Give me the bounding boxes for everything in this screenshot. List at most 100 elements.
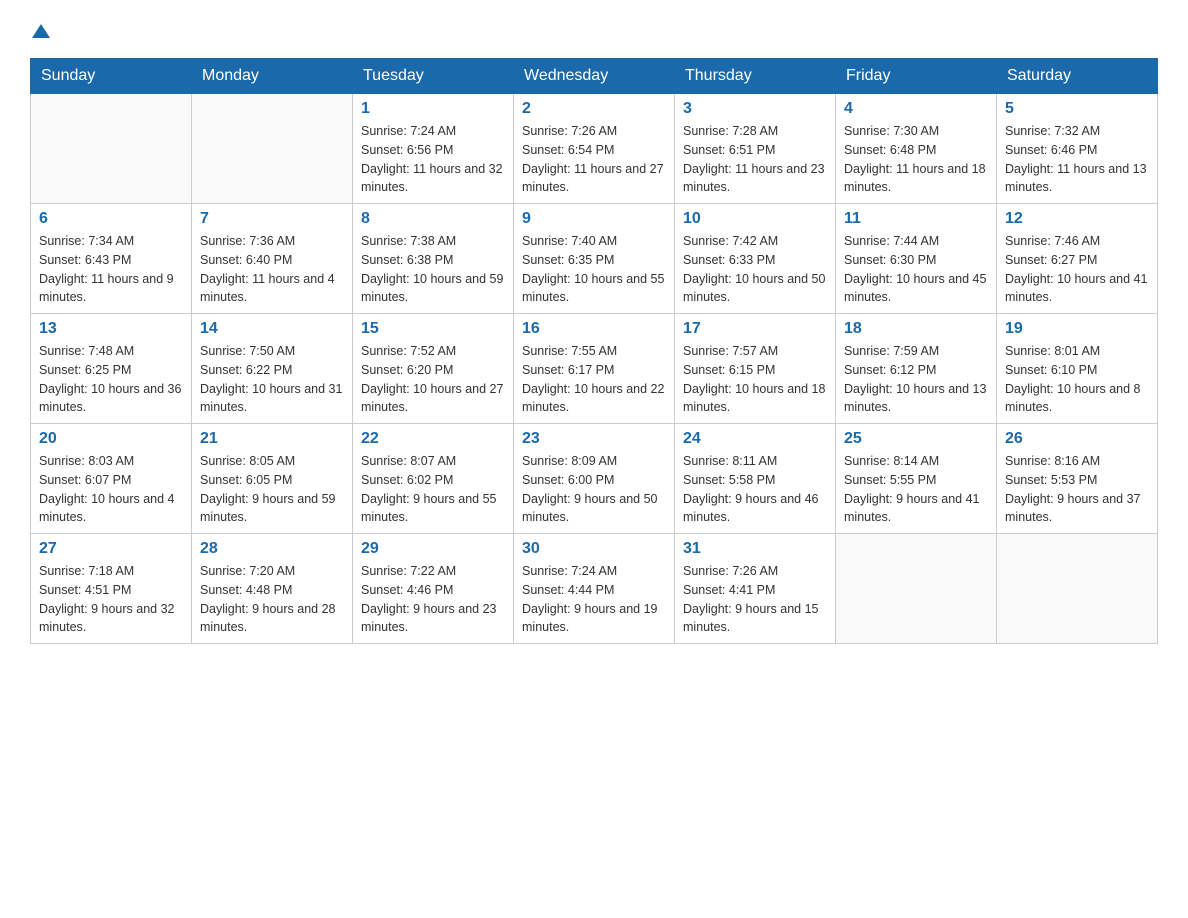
- day-number: 22: [361, 430, 505, 448]
- calendar-week-row: 6 Sunrise: 7:34 AMSunset: 6:43 PMDaylight…: [31, 204, 1158, 314]
- day-of-week-header: Wednesday: [514, 59, 675, 94]
- calendar-cell: [31, 94, 192, 204]
- day-info: Sunrise: 7:28 AMSunset: 6:51 PMDaylight:…: [683, 122, 827, 197]
- day-number: 7: [200, 210, 344, 228]
- calendar-cell: 12 Sunrise: 7:46 AMSunset: 6:27 PMDayligh…: [997, 204, 1158, 314]
- day-info: Sunrise: 7:24 AMSunset: 6:56 PMDaylight:…: [361, 122, 505, 197]
- day-number: 4: [844, 100, 988, 118]
- day-number: 31: [683, 540, 827, 558]
- day-number: 18: [844, 320, 988, 338]
- day-of-week-header: Tuesday: [353, 59, 514, 94]
- calendar-cell: 27 Sunrise: 7:18 AMSunset: 4:51 PMDayligh…: [31, 534, 192, 644]
- calendar-table: SundayMondayTuesdayWednesdayThursdayFrid…: [30, 58, 1158, 644]
- calendar-week-row: 1 Sunrise: 7:24 AMSunset: 6:56 PMDaylight…: [31, 94, 1158, 204]
- calendar-cell: [836, 534, 997, 644]
- day-number: 16: [522, 320, 666, 338]
- day-number: 12: [1005, 210, 1149, 228]
- day-info: Sunrise: 7:30 AMSunset: 6:48 PMDaylight:…: [844, 122, 988, 197]
- calendar-cell: [192, 94, 353, 204]
- calendar-cell: 24 Sunrise: 8:11 AMSunset: 5:58 PMDayligh…: [675, 424, 836, 534]
- day-info: Sunrise: 7:50 AMSunset: 6:22 PMDaylight:…: [200, 342, 344, 417]
- day-info: Sunrise: 7:24 AMSunset: 4:44 PMDaylight:…: [522, 562, 666, 637]
- day-of-week-header: Saturday: [997, 59, 1158, 94]
- calendar-header-row: SundayMondayTuesdayWednesdayThursdayFrid…: [31, 59, 1158, 94]
- day-number: 13: [39, 320, 183, 338]
- calendar-week-row: 13 Sunrise: 7:48 AMSunset: 6:25 PMDayligh…: [31, 314, 1158, 424]
- calendar-cell: 11 Sunrise: 7:44 AMSunset: 6:30 PMDayligh…: [836, 204, 997, 314]
- day-of-week-header: Thursday: [675, 59, 836, 94]
- day-number: 1: [361, 100, 505, 118]
- day-info: Sunrise: 7:18 AMSunset: 4:51 PMDaylight:…: [39, 562, 183, 637]
- day-number: 30: [522, 540, 666, 558]
- calendar-cell: 10Sunrise: 7:42 AMSunset: 6:33 PMDayligh…: [675, 204, 836, 314]
- day-info: Sunrise: 7:59 AMSunset: 6:12 PMDaylight:…: [844, 342, 988, 417]
- calendar-cell: 20Sunrise: 8:03 AMSunset: 6:07 PMDayligh…: [31, 424, 192, 534]
- day-number: 25: [844, 430, 988, 448]
- day-number: 11: [844, 210, 988, 228]
- day-number: 19: [1005, 320, 1149, 338]
- calendar-cell: 8Sunrise: 7:38 AMSunset: 6:38 PMDaylight…: [353, 204, 514, 314]
- day-info: Sunrise: 7:34 AMSunset: 6:43 PMDaylight:…: [39, 232, 183, 307]
- logo-triangle-icon: [30, 20, 52, 42]
- day-of-week-header: Sunday: [31, 59, 192, 94]
- calendar-cell: 3 Sunrise: 7:28 AMSunset: 6:51 PMDaylight…: [675, 94, 836, 204]
- calendar-cell: 7 Sunrise: 7:36 AMSunset: 6:40 PMDaylight…: [192, 204, 353, 314]
- calendar-cell: 29 Sunrise: 7:22 AMSunset: 4:46 PMDayligh…: [353, 534, 514, 644]
- day-number: 21: [200, 430, 344, 448]
- calendar-cell: 14 Sunrise: 7:50 AMSunset: 6:22 PMDayligh…: [192, 314, 353, 424]
- calendar-cell: 9 Sunrise: 7:40 AMSunset: 6:35 PMDaylight…: [514, 204, 675, 314]
- calendar-cell: 23 Sunrise: 8:09 AMSunset: 6:00 PMDayligh…: [514, 424, 675, 534]
- day-info: Sunrise: 7:40 AMSunset: 6:35 PMDaylight:…: [522, 232, 666, 307]
- calendar-cell: [997, 534, 1158, 644]
- day-info: Sunrise: 7:46 AMSunset: 6:27 PMDaylight:…: [1005, 232, 1149, 307]
- calendar-cell: 18 Sunrise: 7:59 AMSunset: 6:12 PMDayligh…: [836, 314, 997, 424]
- calendar-week-row: 20Sunrise: 8:03 AMSunset: 6:07 PMDayligh…: [31, 424, 1158, 534]
- day-number: 27: [39, 540, 183, 558]
- day-number: 29: [361, 540, 505, 558]
- calendar-cell: 26Sunrise: 8:16 AMSunset: 5:53 PMDayligh…: [997, 424, 1158, 534]
- day-info: Sunrise: 8:03 AMSunset: 6:07 PMDaylight:…: [39, 452, 183, 527]
- day-info: Sunrise: 7:44 AMSunset: 6:30 PMDaylight:…: [844, 232, 988, 307]
- calendar-cell: 16 Sunrise: 7:55 AMSunset: 6:17 PMDayligh…: [514, 314, 675, 424]
- day-number: 14: [200, 320, 344, 338]
- calendar-cell: 31 Sunrise: 7:26 AMSunset: 4:41 PMDayligh…: [675, 534, 836, 644]
- day-number: 2: [522, 100, 666, 118]
- day-number: 6: [39, 210, 183, 228]
- calendar-cell: 19Sunrise: 8:01 AMSunset: 6:10 PMDayligh…: [997, 314, 1158, 424]
- logo: [30, 20, 52, 38]
- calendar-cell: 21 Sunrise: 8:05 AMSunset: 6:05 PMDayligh…: [192, 424, 353, 534]
- day-info: Sunrise: 8:07 AMSunset: 6:02 PMDaylight:…: [361, 452, 505, 527]
- day-number: 24: [683, 430, 827, 448]
- day-info: Sunrise: 7:32 AMSunset: 6:46 PMDaylight:…: [1005, 122, 1149, 197]
- day-info: Sunrise: 7:55 AMSunset: 6:17 PMDaylight:…: [522, 342, 666, 417]
- calendar-cell: 4 Sunrise: 7:30 AMSunset: 6:48 PMDaylight…: [836, 94, 997, 204]
- day-number: 23: [522, 430, 666, 448]
- day-number: 9: [522, 210, 666, 228]
- day-info: Sunrise: 7:52 AMSunset: 6:20 PMDaylight:…: [361, 342, 505, 417]
- day-info: Sunrise: 7:22 AMSunset: 4:46 PMDaylight:…: [361, 562, 505, 637]
- calendar-cell: 17Sunrise: 7:57 AMSunset: 6:15 PMDayligh…: [675, 314, 836, 424]
- calendar-cell: 15Sunrise: 7:52 AMSunset: 6:20 PMDayligh…: [353, 314, 514, 424]
- day-of-week-header: Friday: [836, 59, 997, 94]
- day-info: Sunrise: 8:16 AMSunset: 5:53 PMDaylight:…: [1005, 452, 1149, 527]
- page-header: [30, 20, 1158, 38]
- day-info: Sunrise: 8:09 AMSunset: 6:00 PMDaylight:…: [522, 452, 666, 527]
- day-number: 10: [683, 210, 827, 228]
- day-number: 8: [361, 210, 505, 228]
- calendar-cell: 6 Sunrise: 7:34 AMSunset: 6:43 PMDaylight…: [31, 204, 192, 314]
- day-info: Sunrise: 7:36 AMSunset: 6:40 PMDaylight:…: [200, 232, 344, 307]
- day-info: Sunrise: 8:11 AMSunset: 5:58 PMDaylight:…: [683, 452, 827, 527]
- day-of-week-header: Monday: [192, 59, 353, 94]
- calendar-cell: 30 Sunrise: 7:24 AMSunset: 4:44 PMDayligh…: [514, 534, 675, 644]
- day-info: Sunrise: 7:48 AMSunset: 6:25 PMDaylight:…: [39, 342, 183, 417]
- calendar-cell: 28 Sunrise: 7:20 AMSunset: 4:48 PMDayligh…: [192, 534, 353, 644]
- day-number: 3: [683, 100, 827, 118]
- day-number: 28: [200, 540, 344, 558]
- day-info: Sunrise: 7:20 AMSunset: 4:48 PMDaylight:…: [200, 562, 344, 637]
- day-info: Sunrise: 8:05 AMSunset: 6:05 PMDaylight:…: [200, 452, 344, 527]
- day-info: Sunrise: 7:26 AMSunset: 4:41 PMDaylight:…: [683, 562, 827, 637]
- day-info: Sunrise: 7:26 AMSunset: 6:54 PMDaylight:…: [522, 122, 666, 197]
- calendar-cell: 5Sunrise: 7:32 AMSunset: 6:46 PMDaylight…: [997, 94, 1158, 204]
- calendar-week-row: 27 Sunrise: 7:18 AMSunset: 4:51 PMDayligh…: [31, 534, 1158, 644]
- day-info: Sunrise: 8:14 AMSunset: 5:55 PMDaylight:…: [844, 452, 988, 527]
